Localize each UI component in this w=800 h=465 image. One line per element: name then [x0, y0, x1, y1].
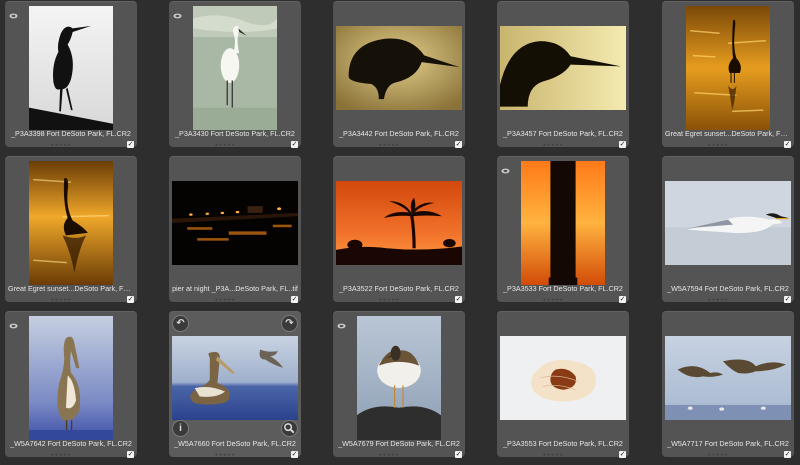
thumbnail-image[interactable] [336, 181, 462, 265]
magnifier-icon[interactable] [281, 420, 298, 437]
info-icon[interactable]: i [172, 420, 189, 437]
star-rating[interactable]: ●●●●● [708, 452, 729, 457]
thumbnail-cell[interactable]: _W5A7660 Fort DeSoto Park, FL.CR2 ●●●●● ✓ ↶… [169, 311, 301, 458]
file-name: pier at night _P3A...DeSoto Park, FL..ti… [172, 284, 298, 293]
thumbnail-cell[interactable]: Great Egret sunset...DeSoto Park, FL.CR2… [662, 1, 794, 148]
thumbnail-cell[interactable]: _W5A7642 Fort DeSoto Park, FL.CR2 ●●●●● ✓ [5, 311, 137, 458]
star-rating[interactable]: ●●●●● [543, 452, 564, 457]
thumbnail-cell[interactable]: _P3A3398 Fort DeSoto Park, FL.CR2 ●●●●● ✓ [5, 1, 137, 148]
thumbnail-image[interactable] [29, 6, 113, 130]
edited-badge-icon [173, 6, 182, 19]
file-name: _W5A7660 Fort DeSoto Park, FL.CR2 [174, 439, 296, 448]
edited-badge-icon [9, 6, 18, 19]
file-name: _W5A7642 Fort DeSoto Park, FL.CR2 [10, 439, 132, 448]
pick-checkbox[interactable]: ✓ [455, 451, 462, 458]
thumbnail-cell[interactable]: _W5A7717 Fort DeSoto Park, FL.CR2 ●●●●● ✓ [662, 311, 794, 458]
file-name: _P3A3553 Fort DeSoto Park, FL.CR2 [503, 439, 623, 448]
pick-checkbox[interactable]: ✓ [291, 451, 298, 458]
pick-checkbox[interactable]: ✓ [619, 451, 626, 458]
thumbnail-image[interactable] [665, 181, 791, 265]
pick-checkbox[interactable]: ✓ [127, 451, 134, 458]
edited-badge-icon [9, 316, 18, 329]
star-rating[interactable]: ●●●●● [543, 142, 564, 147]
thumbnail-image[interactable] [500, 336, 626, 420]
thumbnail-image[interactable] [665, 336, 791, 420]
thumbnail-cell[interactable]: _P3A3430 Fort DeSoto Park, FL.CR2 ●●●●● ✓ [169, 1, 301, 148]
thumbnail-cell[interactable]: pier at night _P3A...DeSoto Park, FL..ti… [169, 156, 301, 303]
rotate-right-icon[interactable]: ↷ [281, 315, 298, 332]
file-name: _W5A7717 Fort DeSoto Park, FL.CR2 [667, 439, 789, 448]
file-name: _P3A3442 Fort DeSoto Park, FL.CR2 [339, 129, 459, 138]
file-name: _P3A3457 Fort DeSoto Park, FL.CR2 [503, 129, 623, 138]
star-rating[interactable]: ●●●●● [51, 142, 72, 147]
pick-checkbox[interactable]: ✓ [784, 451, 791, 458]
pick-checkbox[interactable]: ✓ [455, 141, 462, 148]
pick-checkbox[interactable]: ✓ [784, 141, 791, 148]
pick-checkbox[interactable]: ✓ [455, 296, 462, 303]
thumbnail-image[interactable] [686, 6, 770, 130]
star-rating[interactable]: ●●●●● [379, 297, 400, 302]
file-name: Great Egret sunset...DeSoto Park, FL.CR2 [665, 129, 791, 138]
thumbnail-cell[interactable]: _P3A3522 Fort DeSoto Park, FL.CR2 ●●●●● ✓ [333, 156, 465, 303]
thumbnail-cell[interactable]: _W5A7594 Fort DeSoto Park, FL.CR2 ●●●●● ✓ [662, 156, 794, 303]
thumbnail-image[interactable] [29, 161, 113, 285]
thumbnail-cell[interactable]: Great Egret sunset...DeSoto Park, FL..ti… [5, 156, 137, 303]
thumbnail-cell[interactable]: _P3A3442 Fort DeSoto Park, FL.CR2 ●●●●● ✓ [333, 1, 465, 148]
pick-checkbox[interactable]: ✓ [619, 296, 626, 303]
thumbnail-image[interactable] [29, 316, 113, 440]
file-name: _W5A7679 Fort DeSoto Park, FL.CR2 [338, 439, 460, 448]
pick-checkbox[interactable]: ✓ [127, 296, 134, 303]
thumbnail-image[interactable] [521, 161, 605, 285]
star-rating[interactable]: ●●●●● [379, 452, 400, 457]
thumbnail-image[interactable] [172, 336, 298, 420]
thumbnail-cell[interactable]: _P3A3457 Fort DeSoto Park, FL.CR2 ●●●●● ✓ [497, 1, 629, 148]
pick-checkbox[interactable]: ✓ [619, 141, 626, 148]
star-rating[interactable]: ●●●●● [708, 142, 729, 147]
rotate-left-icon[interactable]: ↶ [172, 315, 189, 332]
star-rating[interactable]: ●●●●● [51, 452, 72, 457]
pick-checkbox[interactable]: ✓ [784, 296, 791, 303]
pick-checkbox[interactable]: ✓ [291, 296, 298, 303]
star-rating[interactable]: ●●●●● [543, 297, 564, 302]
file-name: _P3A3398 Fort DeSoto Park, FL.CR2 [11, 129, 131, 138]
pick-checkbox[interactable]: ✓ [291, 141, 298, 148]
star-rating[interactable]: ●●●●● [215, 142, 236, 147]
thumbnail-image[interactable] [172, 181, 298, 265]
file-name: _P3A3533 Fort DeSoto Park, FL.CR2 [503, 284, 623, 293]
thumbnail-image[interactable] [357, 316, 441, 440]
star-rating[interactable]: ●●●●● [215, 452, 236, 457]
star-rating[interactable]: ●●●●● [51, 297, 72, 302]
star-rating[interactable]: ●●●●● [215, 297, 236, 302]
thumbnail-cell[interactable]: _P3A3533 Fort DeSoto Park, FL.CR2 ●●●●● ✓ [497, 156, 629, 303]
star-rating[interactable]: ●●●●● [379, 142, 400, 147]
thumbnail-cell[interactable]: _P3A3553 Fort DeSoto Park, FL.CR2 ●●●●● ✓ [497, 311, 629, 458]
thumbnail-grid: _P3A3398 Fort DeSoto Park, FL.CR2 ●●●●● ✓ _… [0, 0, 800, 465]
edited-badge-icon [501, 161, 510, 174]
thumbnail-image[interactable] [193, 6, 277, 130]
file-name: _P3A3430 Fort DeSoto Park, FL.CR2 [175, 129, 295, 138]
file-name: _P3A3522 Fort DeSoto Park, FL.CR2 [339, 284, 459, 293]
star-rating[interactable]: ●●●●● [708, 297, 729, 302]
thumbnail-cell[interactable]: _W5A7679 Fort DeSoto Park, FL.CR2 ●●●●● ✓ [333, 311, 465, 458]
thumbnail-image[interactable] [500, 26, 626, 110]
file-name: Great Egret sunset...DeSoto Park, FL..ti… [8, 284, 134, 293]
thumbnail-image[interactable] [336, 26, 462, 110]
edited-badge-icon [337, 316, 346, 329]
pick-checkbox[interactable]: ✓ [127, 141, 134, 148]
file-name: _W5A7594 Fort DeSoto Park, FL.CR2 [667, 284, 789, 293]
